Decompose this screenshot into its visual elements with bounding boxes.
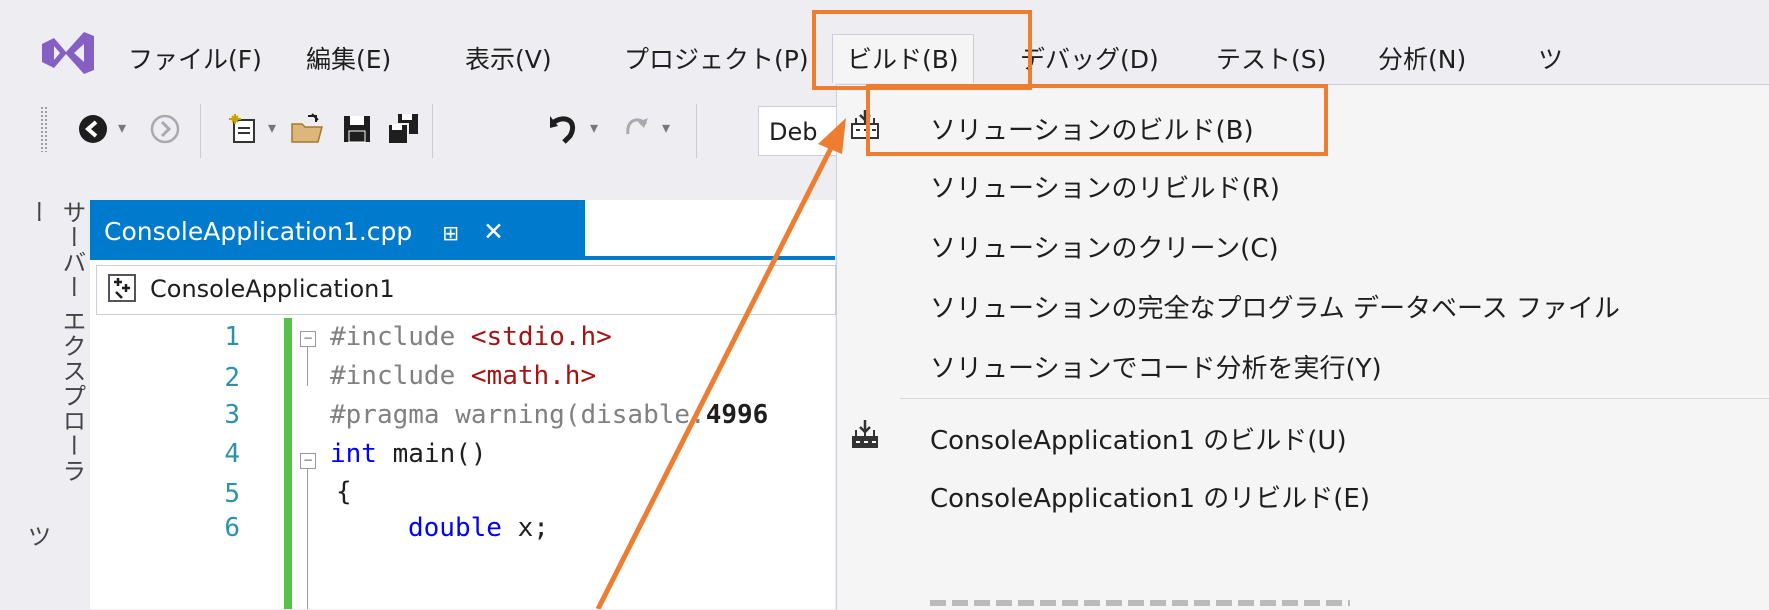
menu-separator <box>900 398 1769 399</box>
open-file-icon[interactable] <box>290 112 324 146</box>
save-icon[interactable] <box>340 112 374 146</box>
annotation-highlight-build-solution <box>866 84 1328 156</box>
scope-label: ConsoleApplication1 <box>150 275 395 303</box>
preprocessor-token: #pragma warning(disable: <box>330 400 706 430</box>
redo-icon[interactable] <box>618 112 652 146</box>
line-number: 1 <box>224 322 240 352</box>
toolbar-separator <box>696 104 697 158</box>
new-project-icon[interactable] <box>226 112 260 146</box>
annotation-highlight-build-menu <box>812 10 1032 90</box>
menu-project[interactable]: プロジェクト(P) <box>624 38 809 82</box>
toolbar-grip[interactable] <box>40 106 48 152</box>
menu-file[interactable]: ファイル(F) <box>128 38 262 82</box>
build-menu-dropdown <box>836 84 1769 610</box>
include-path-token: <stdio.h> <box>470 322 612 352</box>
menu-edit[interactable]: 編集(E) <box>306 38 391 82</box>
code-line: double x; <box>408 514 549 543</box>
close-tab-icon[interactable]: ✕ <box>483 217 504 246</box>
menu-item-clean-solution[interactable]: ソリューションのクリーン(C) <box>930 228 1279 265</box>
server-explorer-tab-label: サーバー エクスプローラー <box>23 200 86 484</box>
outline-guide <box>307 469 308 609</box>
toolbox-tab-label: ツ <box>23 524 51 549</box>
save-all-icon[interactable] <box>386 112 420 146</box>
menu-item-solution-pdb[interactable]: ソリューションの完全なプログラム データベース ファイル <box>930 288 1620 325</box>
document-tab-title: ConsoleApplication1.cpp <box>104 217 413 246</box>
menu-debug[interactable]: デバッグ(D) <box>1020 38 1159 82</box>
include-path-token: <math.h> <box>470 361 597 391</box>
menu-item-run-code-analysis[interactable]: ソリューションでコード分析を実行(Y) <box>930 348 1382 385</box>
code-line: #include <stdio.h> <box>330 323 612 352</box>
code-token: main() <box>376 439 487 469</box>
server-explorer-tab[interactable]: サーバー エクスプローラー <box>6 200 86 490</box>
undo-dropdown-icon[interactable]: ▾ <box>590 118 598 137</box>
menu-view[interactable]: 表示(V) <box>465 38 552 82</box>
project-scope-icon <box>108 274 136 302</box>
undo-icon[interactable] <box>548 112 582 146</box>
menu-item-rebuild-project[interactable]: ConsoleApplication1 のリビルド(E) <box>930 478 1370 515</box>
line-number: 4 <box>224 439 240 469</box>
code-line: #include <math.h> <box>330 362 596 391</box>
menu-item-rebuild-solution[interactable]: ソリューションのリビルド(R) <box>930 168 1280 205</box>
number-token: 4996 <box>705 400 769 430</box>
navigate-back-dropdown-icon[interactable]: ▾ <box>118 118 126 137</box>
clipped-text-fragment <box>930 600 1350 606</box>
menu-item-build-project[interactable]: ConsoleApplication1 のビルド(U) <box>930 420 1347 457</box>
code-line: { <box>336 477 352 507</box>
toolbar-separator <box>200 104 201 158</box>
collapse-region-icon[interactable]: − <box>300 331 316 347</box>
navigate-back-icon[interactable] <box>76 112 110 146</box>
preprocessor-token: #include <box>330 322 471 352</box>
menu-item-clean-project-partial[interactable] <box>930 592 1350 609</box>
outline-guide <box>307 346 308 386</box>
collapse-region-icon[interactable]: − <box>300 453 316 469</box>
code-line: #pragma warning(disable:4996 <box>330 401 768 430</box>
code-line: int main() <box>330 440 487 469</box>
toolbox-tab[interactable]: ツ <box>6 520 51 609</box>
line-number: 5 <box>224 479 240 509</box>
redo-dropdown-icon[interactable]: ▾ <box>662 118 670 137</box>
preprocessor-token: #include <box>330 361 471 391</box>
navigate-forward-icon[interactable] <box>148 112 182 146</box>
visual-studio-logo-icon <box>42 32 94 74</box>
line-number: 6 <box>224 513 240 543</box>
keyword-token: double <box>408 513 502 543</box>
toolbar-separator <box>432 104 433 158</box>
document-tab-underline <box>90 256 835 260</box>
menu-analyze[interactable]: 分析(N) <box>1378 38 1466 82</box>
code-token: x; <box>501 513 549 543</box>
keyword-token: int <box>330 439 377 469</box>
line-number: 3 <box>224 400 240 430</box>
build-project-icon <box>852 420 878 448</box>
pin-tab-icon[interactable]: ⊞ <box>442 221 459 245</box>
change-tracking-bar <box>284 318 292 609</box>
menu-test[interactable]: テスト(S) <box>1216 38 1326 82</box>
solution-configuration-select[interactable]: Deb <box>758 106 848 156</box>
menu-tools[interactable]: ツ <box>1538 38 1563 82</box>
document-tab[interactable]: ConsoleApplication1.cpp ⊞ ✕ <box>90 200 585 260</box>
new-project-dropdown-icon[interactable]: ▾ <box>268 118 276 137</box>
line-number: 2 <box>224 363 240 393</box>
